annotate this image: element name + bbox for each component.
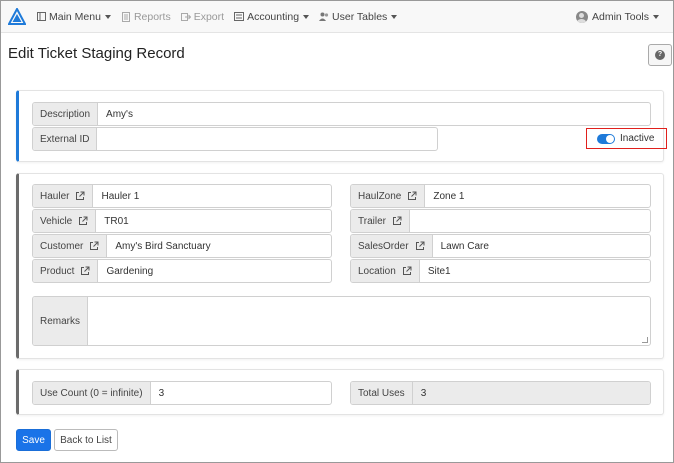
external-link-icon[interactable] — [402, 266, 412, 276]
nav-admin-tools-label: Admin Tools — [591, 11, 649, 23]
external-link-icon[interactable] — [415, 241, 425, 251]
external-id-field: External ID — [32, 127, 438, 151]
salesorder-field: SalesOrder Lawn Care — [350, 234, 651, 258]
external-link-icon[interactable] — [80, 266, 90, 276]
salesorder-input[interactable]: Lawn Care — [433, 235, 650, 257]
question-icon: ? — [655, 50, 665, 60]
customer-label[interactable]: Customer — [33, 235, 108, 257]
haulzone-label-text: HaulZone — [358, 190, 402, 202]
users-icon — [319, 12, 329, 22]
external-link-icon[interactable] — [78, 216, 88, 226]
use-count-label: Use Count (0 = infinite) — [33, 382, 151, 404]
trailer-field: Trailer — [350, 209, 651, 233]
location-label[interactable]: Location — [351, 260, 420, 282]
product-field: Product Gardening — [32, 259, 332, 283]
nav-export[interactable]: Export — [180, 1, 225, 33]
top-navbar: Main Menu Reports Export Accounting User… — [1, 1, 673, 33]
salesorder-label-text: SalesOrder — [358, 240, 409, 252]
help-button[interactable]: ? — [648, 44, 672, 66]
remarks-field: Remarks — [32, 296, 651, 346]
total-uses-label: Total Uses — [351, 382, 413, 404]
chevron-down-icon — [653, 15, 659, 19]
use-count-input[interactable]: 3 — [151, 382, 331, 404]
location-field: Location Site1 — [350, 259, 651, 283]
description-input[interactable]: Amy's — [98, 103, 650, 125]
active-toggle[interactable]: Inactive — [586, 128, 667, 149]
product-label-text: Product — [40, 265, 75, 277]
product-label[interactable]: Product — [33, 260, 99, 282]
report-icon — [121, 11, 131, 22]
use-count-field: Use Count (0 = infinite) 3 — [32, 381, 332, 405]
trailer-label-text: Trailer — [358, 215, 386, 227]
back-to-list-button[interactable]: Back to List — [54, 429, 118, 451]
external-link-icon[interactable] — [392, 216, 402, 226]
hauler-label[interactable]: Hauler — [33, 185, 94, 207]
nav-admin-tools[interactable]: Admin Tools — [575, 1, 659, 33]
chevron-down-icon — [104, 14, 111, 19]
product-input[interactable]: Gardening — [98, 260, 331, 282]
menu-icon — [36, 12, 46, 22]
location-input[interactable]: Site1 — [420, 260, 650, 282]
save-button[interactable]: Save — [16, 429, 51, 451]
external-id-input[interactable] — [97, 128, 437, 150]
nav-export-label: Export — [193, 10, 225, 23]
resize-handle-icon[interactable] — [642, 337, 648, 343]
nav-reports[interactable]: Reports — [121, 1, 171, 33]
nav-accounting[interactable]: Accounting — [234, 1, 310, 33]
description-field: Description Amy's — [32, 102, 651, 126]
salesorder-label[interactable]: SalesOrder — [351, 235, 433, 257]
export-icon — [180, 12, 191, 22]
total-uses-field: Total Uses 3 — [350, 381, 651, 405]
nav-user-tables-label: User Tables — [332, 10, 388, 23]
total-uses-value: 3 — [412, 382, 650, 404]
external-link-icon[interactable] — [75, 191, 85, 201]
trailer-label[interactable]: Trailer — [351, 210, 410, 232]
external-link-icon[interactable] — [89, 241, 99, 251]
vehicle-label-text: Vehicle — [40, 215, 73, 227]
hauler-field: Hauler Hauler 1 — [32, 184, 332, 208]
page-title: Edit Ticket Staging Record — [8, 45, 185, 62]
nav-user-tables[interactable]: User Tables — [319, 1, 398, 33]
nav-main-menu[interactable]: Main Menu — [36, 1, 111, 33]
haulzone-input[interactable]: Zone 1 — [425, 185, 650, 207]
accounting-icon — [234, 12, 245, 22]
location-label-text: Location — [358, 265, 396, 277]
remarks-label: Remarks — [33, 297, 89, 345]
hauler-label-text: Hauler — [40, 190, 70, 202]
haulzone-label[interactable]: HaulZone — [351, 185, 426, 207]
customer-field: Customer Amy's Bird Sanctuary — [32, 234, 332, 258]
chevron-down-icon — [303, 14, 310, 19]
vehicle-label[interactable]: Vehicle — [33, 210, 97, 232]
vehicle-field: Vehicle TR01 — [32, 209, 332, 233]
customer-label-text: Customer — [40, 240, 84, 252]
nav-reports-label: Reports — [133, 10, 171, 23]
customer-input[interactable]: Amy's Bird Sanctuary — [107, 235, 331, 257]
app-logo-icon[interactable] — [8, 7, 26, 26]
record-header-card — [16, 90, 664, 162]
external-id-label: External ID — [33, 128, 98, 150]
external-link-icon[interactable] — [407, 191, 417, 201]
trailer-input[interactable] — [410, 210, 650, 232]
hauler-input[interactable]: Hauler 1 — [93, 185, 331, 207]
chevron-down-icon — [391, 14, 398, 19]
vehicle-input[interactable]: TR01 — [96, 210, 331, 232]
nav-accounting-label: Accounting — [247, 10, 300, 23]
remarks-textarea[interactable] — [88, 297, 650, 345]
nav-main-menu-label: Main Menu — [49, 10, 101, 23]
active-toggle-label: Inactive — [620, 133, 655, 144]
user-avatar-icon — [575, 11, 588, 23]
haulzone-field: HaulZone Zone 1 — [350, 184, 651, 208]
toggle-switch-icon[interactable] — [597, 133, 615, 144]
description-label: Description — [33, 103, 99, 125]
